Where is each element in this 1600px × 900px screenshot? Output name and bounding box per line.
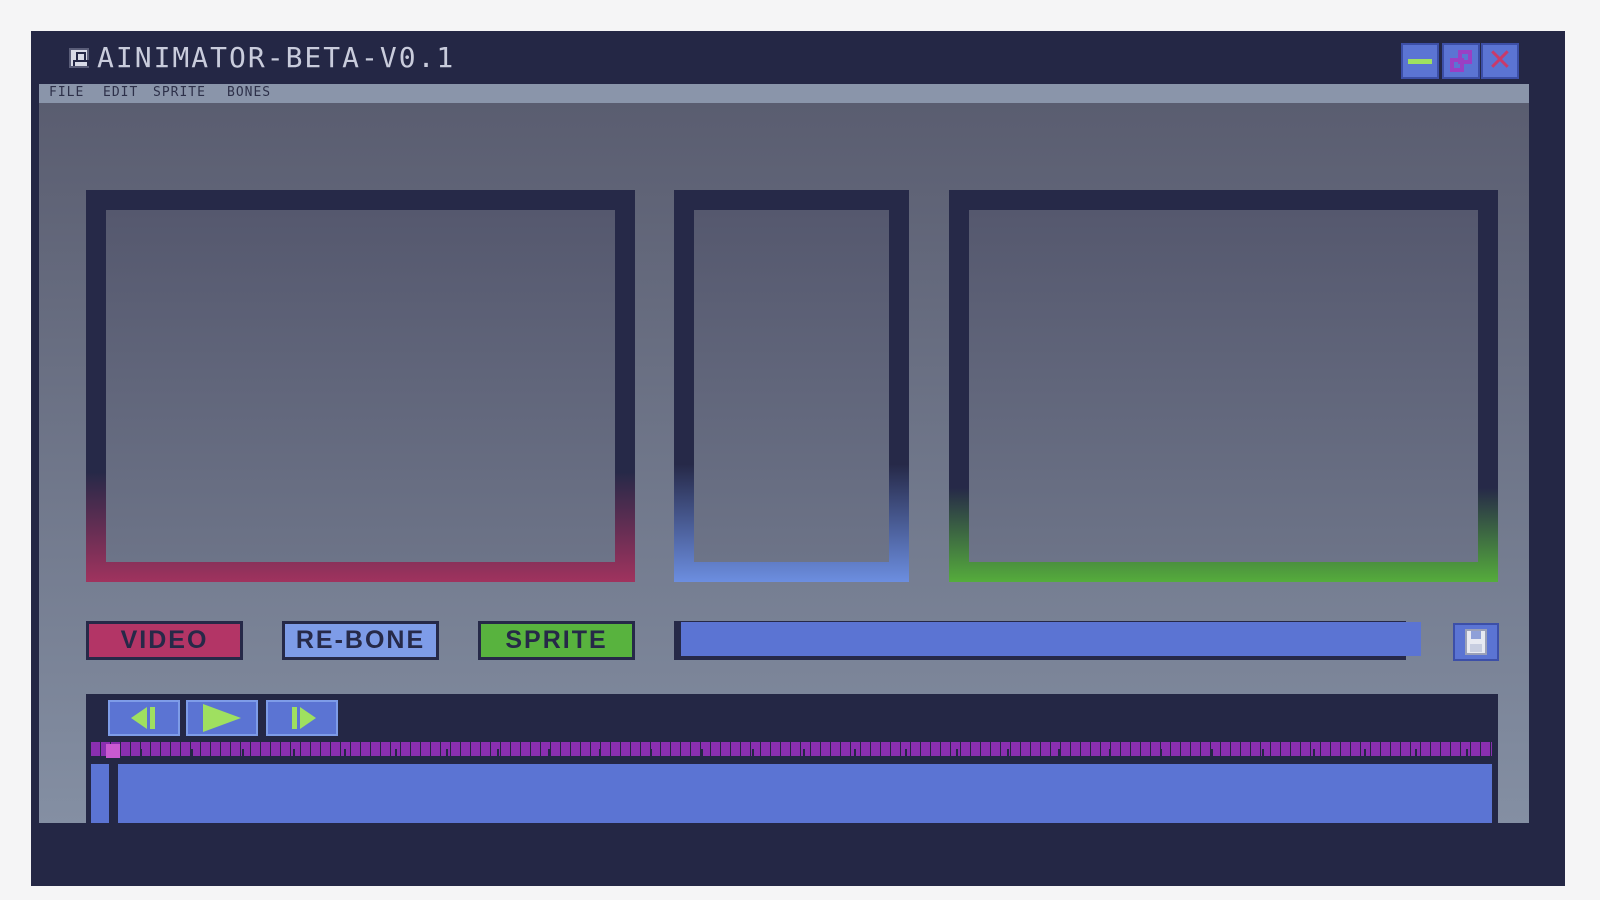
playhead[interactable] bbox=[106, 744, 120, 758]
step-back-button[interactable] bbox=[108, 700, 180, 736]
menu-bones[interactable]: BONES bbox=[227, 85, 271, 101]
maximize-icon bbox=[1448, 48, 1474, 74]
minimize-icon bbox=[1408, 58, 1432, 64]
status-bar bbox=[35, 823, 1565, 886]
sprite-button[interactable]: SPRITE bbox=[478, 621, 635, 660]
play-icon bbox=[203, 704, 241, 732]
app-window: AINIMATOR-BETA-V0.1 ✕ FILE EDIT SPRITE B… bbox=[31, 31, 1565, 886]
timeline-ruler-ticks bbox=[91, 749, 1492, 759]
rebone-preview-canvas[interactable] bbox=[694, 210, 889, 562]
menu-bar: FILE EDIT SPRITE BONES bbox=[39, 84, 1529, 103]
floppy-disk-icon bbox=[1465, 629, 1487, 655]
menu-sprite[interactable]: SPRITE bbox=[153, 85, 206, 101]
video-button[interactable]: VIDEO bbox=[86, 621, 243, 660]
play-button[interactable] bbox=[186, 700, 258, 736]
maximize-button[interactable] bbox=[1442, 43, 1480, 79]
video-preview-canvas[interactable] bbox=[106, 210, 615, 562]
menu-file[interactable]: FILE bbox=[49, 85, 84, 101]
skull-icon bbox=[69, 48, 89, 68]
video-preview-panel bbox=[86, 190, 635, 582]
menu-edit[interactable]: EDIT bbox=[103, 85, 138, 101]
rebone-button[interactable]: RE-BONE bbox=[282, 621, 439, 660]
sprite-preview-canvas[interactable] bbox=[969, 210, 1478, 562]
title-bar[interactable]: AINIMATOR-BETA-V0.1 ✕ bbox=[31, 31, 1565, 85]
sprite-preview-panel bbox=[949, 190, 1498, 582]
workspace: VIDEO RE-BONE SPRITE bbox=[39, 103, 1529, 856]
minimize-button[interactable] bbox=[1401, 43, 1439, 79]
close-button[interactable]: ✕ bbox=[1481, 43, 1519, 79]
step-forward-icon bbox=[299, 707, 316, 729]
rebone-preview-panel bbox=[674, 190, 909, 582]
close-icon: ✕ bbox=[1487, 43, 1513, 78]
step-forward-button[interactable] bbox=[266, 700, 338, 736]
prompt-input[interactable] bbox=[681, 622, 1421, 656]
step-back-icon bbox=[130, 707, 147, 729]
app-title: AINIMATOR-BETA-V0.1 bbox=[97, 41, 456, 74]
save-button[interactable] bbox=[1453, 623, 1499, 661]
